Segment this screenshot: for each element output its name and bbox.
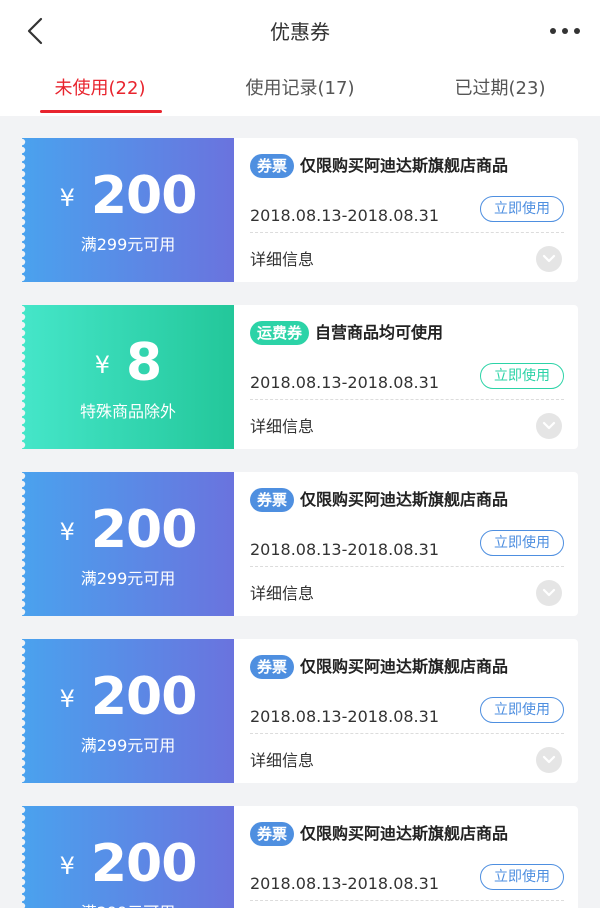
coupon-valid-date: 2018.08.13-2018.08.31 [250, 206, 439, 225]
tab-usage-history[interactable]: 使用记录(17) [200, 74, 400, 114]
coupon-amount: 200 [90, 667, 198, 727]
coupon-info-panel: 券票 仅限购买阿迪达斯旗舰店商品 2018.08.13-2018.08.31 立… [234, 472, 578, 616]
coupon-card: ¥200 满299元可用 券票 仅限购买阿迪达斯旗舰店商品 2018.08.13… [22, 639, 578, 783]
page-title: 优惠券 [270, 20, 330, 44]
coupon-condition: 满299元可用 [80, 736, 176, 755]
coupon-description: 自营商品均可使用 [315, 323, 444, 342]
coupon-condition: 满299元可用 [22, 899, 234, 908]
coupon-value-panel: ¥200 满299元可用 [22, 472, 234, 616]
dashed-divider [250, 566, 564, 567]
coupon-value-panel: ¥200 满299元可用 [22, 806, 234, 908]
coupon-condition: 满299元可用 [80, 235, 176, 254]
coupon-type-badge: 券票 [250, 488, 295, 512]
chevron-down-icon[interactable] [536, 413, 562, 439]
currency-symbol: ¥ [59, 184, 75, 212]
coupon-amount: 8 [126, 333, 162, 393]
tab-unused[interactable]: 未使用(22) [0, 74, 200, 114]
currency-symbol: ¥ [59, 685, 75, 713]
coupon-type-badge: 券票 [250, 655, 295, 679]
coupon-value-panel: ¥8 特殊商品除外 [22, 305, 234, 449]
coupon-amount: 200 [90, 166, 198, 226]
coupon-condition: 满299元可用 [80, 569, 176, 588]
coupon-card: ¥200 满299元可用 券票 仅限购买阿迪达斯旗舰店商品 2018.08.13… [22, 472, 578, 616]
coupon-type-badge: 运费券 [250, 321, 310, 345]
coupon-amount: 200 [90, 500, 198, 560]
use-now-button[interactable]: 立即使用 [480, 363, 564, 389]
coupon-type-badge: 券票 [250, 822, 295, 846]
coupon-description: 仅限购买阿迪达斯旗舰店商品 [300, 490, 509, 509]
coupon-valid-date: 2018.08.13-2018.08.31 [250, 707, 439, 726]
dashed-divider [250, 232, 564, 233]
coupon-description: 仅限购买阿迪达斯旗舰店商品 [300, 824, 509, 843]
chevron-down-icon[interactable] [536, 246, 562, 272]
chevron-down-icon[interactable] [536, 747, 562, 773]
coupon-valid-date: 2018.08.13-2018.08.31 [250, 540, 439, 559]
coupon-amount: 200 [90, 834, 198, 894]
dashed-divider [250, 900, 564, 901]
use-now-button[interactable]: 立即使用 [480, 864, 564, 890]
coupon-description: 仅限购买阿迪达斯旗舰店商品 [300, 657, 509, 676]
coupon-info-panel: 运费券 自营商品均可使用 2018.08.13-2018.08.31 立即使用 … [234, 305, 578, 449]
dashed-divider [250, 399, 564, 400]
coupon-description: 仅限购买阿迪达斯旗舰店商品 [300, 156, 509, 175]
coupon-info-panel: 券票 仅限购买阿迪达斯旗舰店商品 2018.08.13-2018.08.31 立… [234, 138, 578, 282]
currency-symbol: ¥ [59, 852, 75, 880]
chevron-down-icon[interactable] [536, 580, 562, 606]
detail-info-link[interactable]: 详细信息 [250, 246, 314, 270]
coupon-condition: 特殊商品除外 [79, 402, 176, 421]
coupon-type-badge: 券票 [250, 154, 295, 178]
coupon-value-panel: ¥200 满299元可用 [22, 639, 234, 783]
detail-info-link[interactable]: 详细信息 [250, 747, 314, 771]
coupon-info-panel: 券票 仅限购买阿迪达斯旗舰店商品 2018.08.13-2018.08.31 立… [234, 639, 578, 783]
coupon-valid-date: 2018.08.13-2018.08.31 [250, 874, 439, 893]
currency-symbol: ¥ [59, 518, 75, 546]
coupon-card: ¥200 满299元可用 券票 仅限购买阿迪达斯旗舰店商品 2018.08.13… [22, 138, 578, 282]
more-dots-icon[interactable] [548, 20, 582, 42]
detail-info-link[interactable]: 详细信息 [250, 580, 314, 604]
coupon-card: ¥200 满299元可用 券票 仅限购买阿迪达斯旗舰店商品 2018.08.13… [22, 806, 578, 908]
coupon-info-panel: 券票 仅限购买阿迪达斯旗舰店商品 2018.08.13-2018.08.31 立… [234, 806, 578, 908]
coupon-card: ¥8 特殊商品除外 运费券 自营商品均可使用 2018.08.13-2018.0… [22, 305, 578, 449]
tab-bar: 未使用(22) 使用记录(17) 已过期(23) [0, 64, 600, 116]
tab-expired[interactable]: 已过期(23) [400, 74, 600, 114]
currency-symbol: ¥ [94, 351, 111, 379]
use-now-button[interactable]: 立即使用 [480, 196, 564, 222]
coupon-valid-date: 2018.08.13-2018.08.31 [250, 373, 439, 392]
use-now-button[interactable]: 立即使用 [480, 697, 564, 723]
nav-bar: 优惠券 [0, 0, 600, 64]
dashed-divider [250, 733, 564, 734]
coupon-value-panel: ¥200 满299元可用 [22, 138, 234, 282]
use-now-button[interactable]: 立即使用 [480, 530, 564, 556]
detail-info-link[interactable]: 详细信息 [250, 413, 314, 437]
tab-active-indicator [40, 110, 162, 113]
